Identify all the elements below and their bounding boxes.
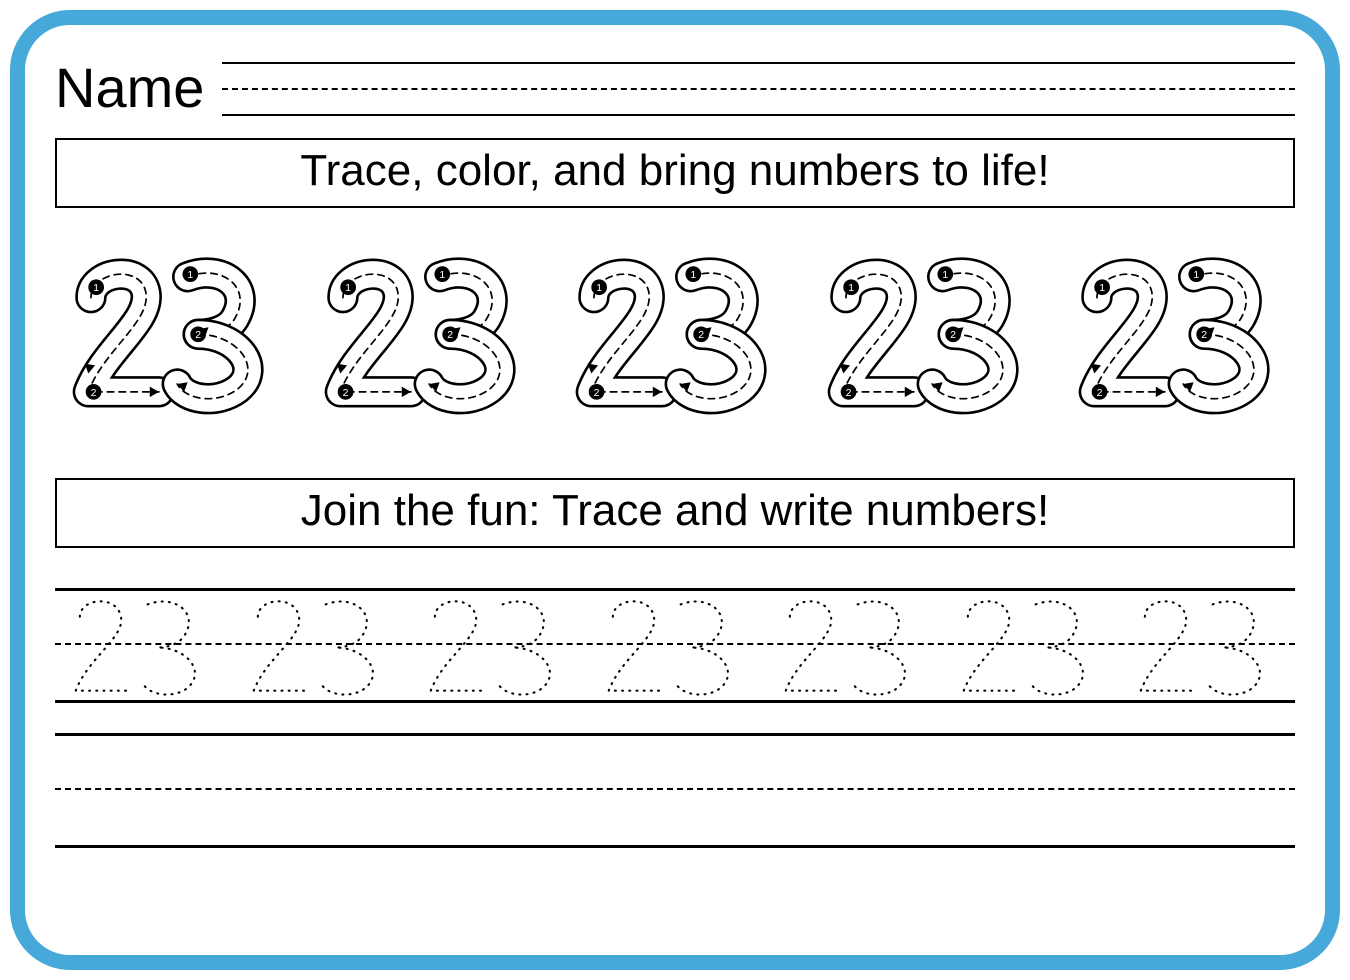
writing-area (55, 588, 1295, 848)
dotted-number[interactable] (765, 588, 940, 703)
dotted-number-icon[interactable] (765, 588, 940, 703)
dotted-number[interactable] (588, 588, 763, 703)
traceable-number[interactable]: 1 2 1 2 (812, 248, 1042, 418)
svg-text:1: 1 (93, 283, 99, 294)
svg-text:1: 1 (439, 270, 445, 281)
svg-text:2: 2 (950, 330, 956, 341)
svg-text:1: 1 (596, 283, 602, 294)
line-solid (55, 733, 1295, 736)
traceable-number[interactable]: 1 2 1 2 (57, 248, 287, 418)
svg-text:1: 1 (690, 270, 696, 281)
trace-number-row[interactable]: 1 2 1 2 1 2 (55, 248, 1295, 418)
name-writing-lines[interactable] (222, 58, 1295, 118)
svg-text:2: 2 (594, 388, 600, 399)
traceable-number[interactable]: 1 2 1 2 (1063, 248, 1293, 418)
traceable-number-icon[interactable]: 1 2 1 2 (812, 248, 1042, 418)
traceable-number-icon[interactable]: 1 2 1 2 (560, 248, 790, 418)
dotted-number[interactable] (943, 588, 1118, 703)
instruction-box-2: Join the fun: Trace and write numbers! (55, 478, 1295, 548)
line-solid (222, 62, 1295, 64)
writing-line-2[interactable] (55, 733, 1295, 848)
svg-text:1: 1 (848, 283, 854, 294)
name-row: Name (55, 55, 1295, 120)
dotted-number[interactable] (233, 588, 408, 703)
dotted-number[interactable] (410, 588, 585, 703)
dotted-number-icon[interactable] (1120, 588, 1295, 703)
traceable-number-icon[interactable]: 1 2 1 2 (1063, 248, 1293, 418)
dotted-number-icon[interactable] (588, 588, 763, 703)
dotted-number-icon[interactable] (943, 588, 1118, 703)
svg-text:1: 1 (942, 270, 948, 281)
line-dashed (222, 88, 1295, 90)
svg-text:2: 2 (845, 388, 851, 399)
dotted-number-icon[interactable] (233, 588, 408, 703)
svg-text:2: 2 (698, 330, 704, 341)
svg-text:2: 2 (342, 388, 348, 399)
line-solid (222, 114, 1295, 116)
svg-text:2: 2 (195, 330, 201, 341)
line-dashed (55, 788, 1295, 790)
svg-text:1: 1 (1099, 283, 1105, 294)
traceable-number[interactable]: 1 2 1 2 (560, 248, 790, 418)
dotted-number-row (55, 588, 1295, 703)
dotted-number-icon[interactable] (55, 588, 230, 703)
svg-text:1: 1 (1193, 270, 1199, 281)
traceable-number[interactable]: 1 2 1 2 (309, 248, 539, 418)
line-solid (55, 845, 1295, 848)
worksheet-frame: Name Trace, color, and bring numbers to … (10, 10, 1340, 970)
traceable-number-icon[interactable]: 1 2 1 2 (57, 248, 287, 418)
svg-text:2: 2 (1097, 388, 1103, 399)
name-label: Name (55, 55, 204, 120)
dotted-number[interactable] (55, 588, 230, 703)
svg-text:2: 2 (1201, 330, 1207, 341)
svg-text:2: 2 (91, 388, 97, 399)
traceable-number-icon[interactable]: 1 2 1 2 (309, 248, 539, 418)
writing-line-1[interactable] (55, 588, 1295, 703)
svg-text:2: 2 (447, 330, 453, 341)
svg-text:1: 1 (345, 283, 351, 294)
dotted-number[interactable] (1120, 588, 1295, 703)
svg-text:1: 1 (187, 270, 193, 281)
instruction-box-1: Trace, color, and bring numbers to life! (55, 138, 1295, 208)
dotted-number-icon[interactable] (410, 588, 585, 703)
